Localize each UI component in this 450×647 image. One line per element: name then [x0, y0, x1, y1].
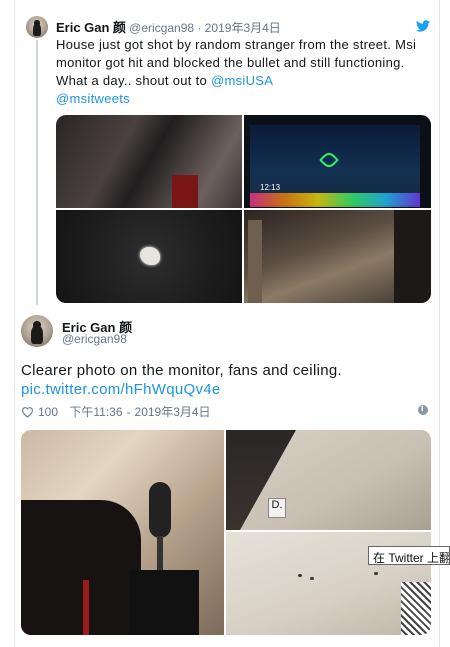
mention-link[interactable]: @msitweets: [56, 91, 130, 106]
tweet-body: Clearer photo on the monitor, fans and c…: [21, 362, 342, 379]
info-icon[interactable]: [418, 403, 428, 415]
tweet-date[interactable]: 2019年3月4日: [135, 403, 211, 420]
screen-clock: 12:13: [260, 183, 281, 192]
tweet-time[interactable]: 下午11:36: [69, 403, 122, 420]
main-photo-grid: D.: [21, 430, 431, 635]
monitor-side-photo[interactable]: [56, 115, 242, 208]
quoted-photo-grid: 12:13: [56, 115, 431, 303]
avatar[interactable]: [26, 16, 48, 38]
separator-dot: ·: [197, 21, 205, 35]
monitor-screen-photo[interactable]: 12:13: [244, 115, 431, 208]
pic-link[interactable]: pic.twitter.com/hFhWquQv4e: [21, 381, 221, 398]
tweet-meta: 100 下午11:36 - 2019年3月4日: [21, 403, 211, 420]
author-handle[interactable]: @ericgan98: [129, 21, 194, 35]
bullet-fragment-photo[interactable]: [56, 210, 242, 303]
quoted-tweet-text: House just got shot by random stranger f…: [56, 36, 428, 108]
monitor-mic-photo[interactable]: [21, 430, 224, 635]
author-name[interactable]: Eric Gan: [56, 20, 109, 35]
thread-line: [36, 40, 38, 305]
like-count[interactable]: 100: [38, 405, 58, 419]
author-handle[interactable]: @ericgan98: [62, 332, 127, 346]
street-door-photo[interactable]: [244, 210, 431, 303]
mention-link[interactable]: @msiUSA: [211, 73, 273, 88]
tweet-date[interactable]: 2019年3月4日: [205, 21, 281, 35]
translate-tooltip[interactable]: 在 Twitter 上翻: [368, 546, 450, 565]
author-name-glyph: 颜: [112, 20, 126, 35]
separator-dash: -: [126, 404, 131, 419]
quoted-tweet-header: Eric Gan 颜 @ericgan98 · 2019年3月4日: [56, 17, 281, 36]
ceiling-tag-photo[interactable]: D.: [226, 430, 431, 530]
avatar[interactable]: [21, 315, 53, 347]
twitter-bird-icon[interactable]: [416, 20, 430, 32]
heart-icon[interactable]: [21, 406, 34, 418]
